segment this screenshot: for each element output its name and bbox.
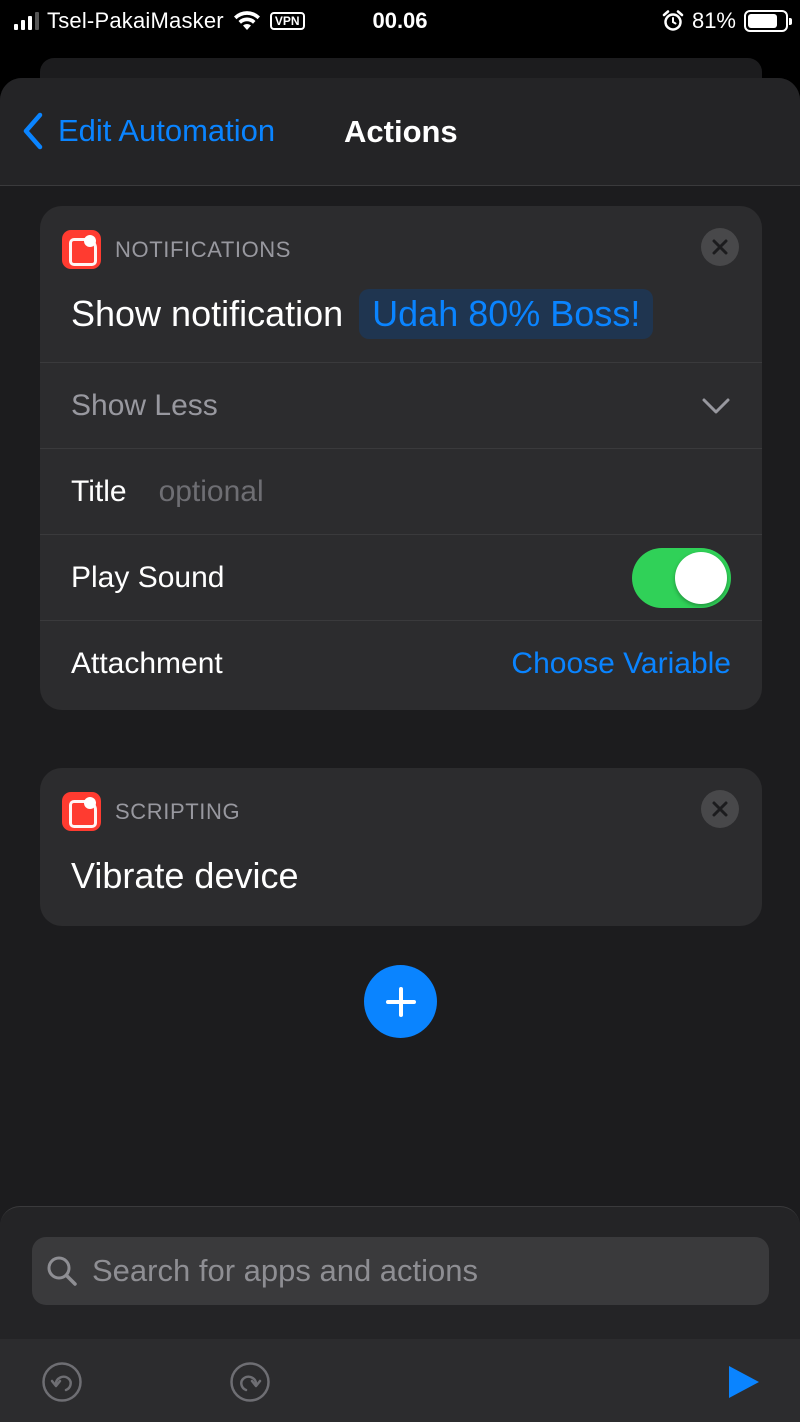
play-sound-row: Play Sound: [40, 534, 762, 620]
chevron-down-icon: [702, 398, 730, 413]
plus-icon: [385, 986, 416, 1017]
bottom-panel: [0, 1206, 800, 1422]
card-header: NOTIFICATIONS: [40, 206, 762, 269]
page-title: Actions: [344, 114, 458, 149]
redo-icon[interactable]: [229, 1361, 271, 1403]
battery-icon: [744, 10, 792, 32]
status-bar: Tsel-PakaiMasker VPN 00.06 81%: [0, 0, 800, 44]
alarm-icon: [662, 10, 684, 31]
play-sound-label: Play Sound: [71, 560, 225, 594]
chevron-left-icon: [23, 112, 43, 150]
status-right: 81%: [662, 8, 792, 34]
play-icon[interactable]: [726, 1363, 762, 1401]
search-icon: [47, 1256, 77, 1286]
title-row[interactable]: Title optional: [40, 448, 762, 534]
title-label: Title: [71, 474, 127, 508]
action-card-show-notification: NOTIFICATIONS Show notification Udah 80%…: [40, 206, 762, 710]
remove-action-button[interactable]: [701, 790, 739, 828]
close-icon: [712, 801, 728, 817]
card-header: SCRIPTING: [40, 768, 762, 831]
action-summary: Vibrate device: [40, 828, 762, 924]
screen: Tsel-PakaiMasker VPN 00.06 81% Edit Auto…: [0, 0, 800, 1422]
actions-sheet: Edit Automation Actions NOTIFICATIONS Sh…: [0, 78, 800, 1422]
action-category: SCRIPTING: [115, 799, 241, 824]
action-summary: Show notification Udah 80% Boss!: [40, 266, 762, 362]
action-category: NOTIFICATIONS: [115, 237, 292, 262]
action-text: Vibrate device: [71, 855, 299, 896]
back-button[interactable]: Edit Automation: [22, 112, 275, 150]
battery-percent: 81%: [691, 8, 736, 33]
show-less-row[interactable]: Show Less: [40, 362, 762, 448]
navigation-bar: Edit Automation Actions: [0, 78, 800, 186]
scripting-app-icon: [62, 792, 101, 831]
toggle-knob: [675, 551, 727, 604]
attachment-row: Attachment Choose Variable: [40, 620, 762, 706]
play-sound-toggle[interactable]: [632, 547, 731, 608]
bottom-toolbar: [0, 1339, 800, 1422]
add-action-button[interactable]: [364, 965, 437, 1038]
search-input[interactable]: [90, 1241, 769, 1301]
show-less-label: Show Less: [71, 388, 218, 422]
attachment-label: Attachment: [71, 646, 223, 680]
notifications-app-icon: [62, 230, 101, 269]
remove-action-button[interactable]: [701, 228, 739, 266]
undo-icon[interactable]: [41, 1361, 83, 1403]
action-text: Show notification: [71, 293, 344, 334]
title-field[interactable]: optional: [159, 475, 264, 509]
choose-variable-button[interactable]: Choose Variable: [511, 647, 731, 681]
search-box[interactable]: [32, 1237, 769, 1305]
close-icon: [712, 239, 728, 255]
action-card-vibrate-device: SCRIPTING Vibrate device: [40, 768, 762, 926]
notification-body-variable[interactable]: Udah 80% Boss!: [359, 289, 654, 339]
back-label: Edit Automation: [58, 113, 276, 148]
